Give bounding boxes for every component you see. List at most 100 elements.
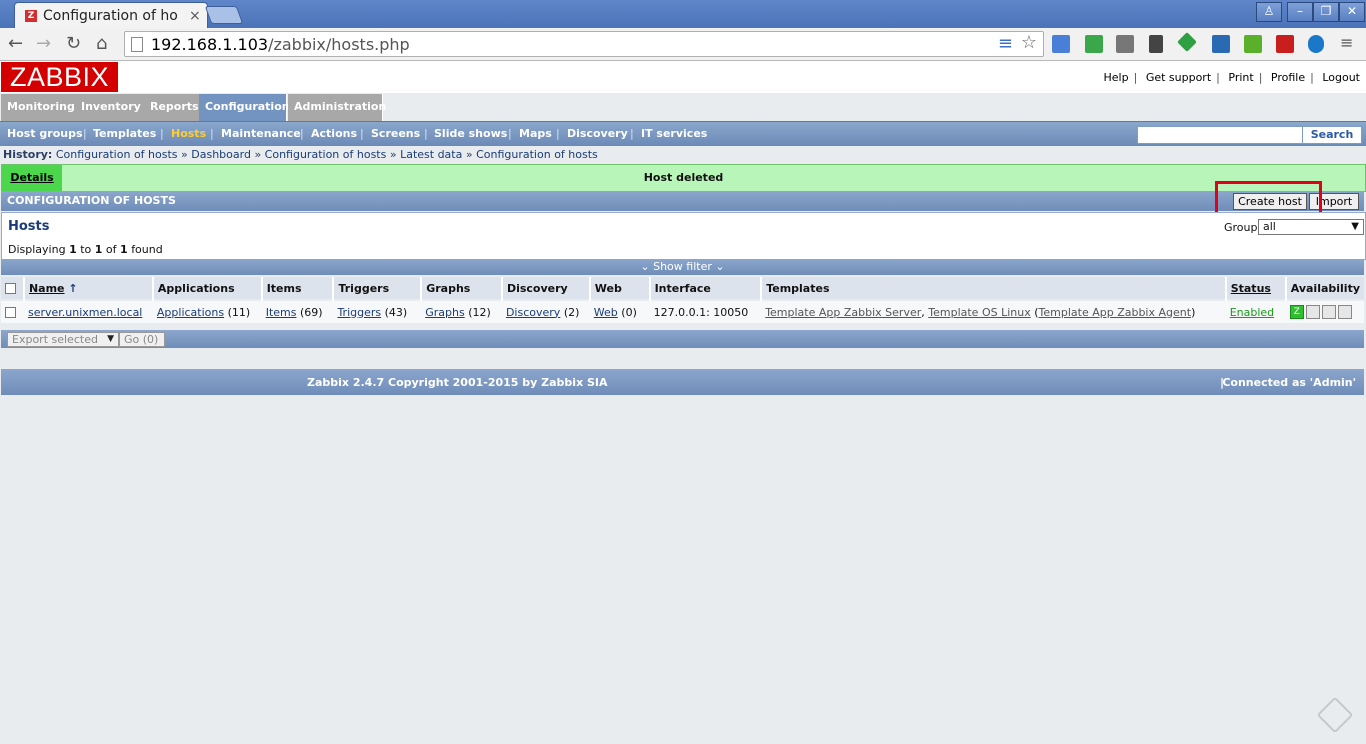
footer-connected-as: Connected as 'Admin' xyxy=(1222,376,1356,389)
zabbix-header: ZABBIX Help | Get support | Print | Profile… xyxy=(0,61,1366,93)
reload-icon[interactable]: ↻ xyxy=(66,33,81,54)
home-icon[interactable]: ⌂ xyxy=(96,33,107,54)
bookmark-star-icon[interactable]: ☆ xyxy=(1021,32,1037,53)
status-enabled-link[interactable]: Enabled xyxy=(1230,306,1274,319)
browser-tab[interactable]: Z Configuration of ho × xyxy=(14,2,208,29)
graphs-link[interactable]: Graphs xyxy=(425,306,464,319)
column-name[interactable]: Name xyxy=(29,282,65,295)
zabbix-logo[interactable]: ZABBIX xyxy=(1,62,118,92)
back-arrow-icon[interactable]: ← xyxy=(8,33,23,54)
sub-menu: Host groups | Templates | Hosts | Mainte… xyxy=(0,121,1366,146)
table-header-row: Name ↑ Applications Items Triggers Graph… xyxy=(1,277,1364,300)
drive-extension-icon[interactable] xyxy=(1085,35,1103,53)
print-link[interactable]: Print xyxy=(1228,71,1253,84)
history-label: History: xyxy=(3,148,53,161)
snmp-availability-icon xyxy=(1305,305,1320,319)
zabbix-availability-icon: Z xyxy=(1289,305,1304,319)
tab-close-icon[interactable]: × xyxy=(189,8,201,24)
column-status[interactable]: Status xyxy=(1231,282,1271,295)
keyboard-extension-icon[interactable] xyxy=(1116,35,1134,53)
page-footer: Zabbix 2.4.7 Copyright 2001-2015 by Zabb… xyxy=(1,369,1364,395)
column-web: Web xyxy=(588,277,650,300)
menu-reports[interactable]: Reports xyxy=(144,94,204,121)
history-link[interactable]: Dashboard xyxy=(191,148,251,161)
group-label: Group xyxy=(1224,221,1258,234)
dropdown-arrow-icon: ▼ xyxy=(107,334,114,344)
submenu-actions[interactable]: Actions xyxy=(311,127,357,140)
export-selected-select[interactable]: Export selected ▼ xyxy=(7,332,119,347)
select-all-checkbox[interactable] xyxy=(5,283,16,294)
submenu-maps[interactable]: Maps xyxy=(519,127,552,140)
address-bar[interactable]: 192.168.1.103 /zabbix/hosts.php ≡ ☆ xyxy=(124,31,1044,57)
flipboard-extension-icon[interactable] xyxy=(1276,35,1294,53)
browser-menu-icon[interactable]: ≡ xyxy=(1340,33,1353,52)
submenu-slide-shows[interactable]: Slide shows xyxy=(434,127,507,140)
row-checkbox[interactable] xyxy=(5,307,16,318)
logout-link[interactable]: Logout xyxy=(1322,71,1360,84)
table-row: server.unixmen.local Applications (11) I… xyxy=(1,299,1364,323)
reader-icon[interactable]: ≡ xyxy=(998,33,1013,54)
bulk-action-bar: Export selected ▼ Go (0) xyxy=(1,330,1364,348)
hosts-table: Name ↑ Applications Items Triggers Graph… xyxy=(1,277,1364,323)
section-title: CONFIGURATION OF HOSTS xyxy=(7,194,176,207)
hosts-title: Hosts xyxy=(8,219,50,234)
new-tab-button[interactable] xyxy=(204,6,244,24)
minimize-icon[interactable]: – xyxy=(1287,2,1313,22)
show-filter-toggle[interactable]: ⌄ Show filter ⌄ xyxy=(1,259,1364,275)
menu-monitoring[interactable]: Monitoring xyxy=(1,94,76,121)
go-button[interactable]: Go (0) xyxy=(119,332,165,347)
column-discovery: Discovery xyxy=(500,277,590,300)
history-breadcrumb: History: Configuration of hosts » Dashbo… xyxy=(3,148,598,161)
browser-tabstrip: Z Configuration of ho × ♙ – ❐ ✕ xyxy=(0,0,1366,29)
host-name-link[interactable]: server.unixmen.local xyxy=(28,306,142,319)
submenu-host-groups[interactable]: Host groups xyxy=(7,127,83,140)
tab-title: Configuration of ho xyxy=(43,8,178,24)
help-link[interactable]: Help xyxy=(1104,71,1129,84)
hosts-header-box: Hosts Displaying 1 to 1 of 1 found Group… xyxy=(1,212,1366,260)
menu-administration[interactable]: Administration xyxy=(288,94,386,121)
zabbix-favicon-icon: Z xyxy=(25,10,37,22)
user-profile-icon[interactable]: ♙ xyxy=(1256,2,1282,22)
template-link[interactable]: Template App Zabbix Agent xyxy=(1039,306,1192,319)
submenu-hosts[interactable]: Hosts xyxy=(171,127,206,140)
footer-copyright: Zabbix 2.4.7 Copyright 2001-2015 by Zabb… xyxy=(307,376,608,389)
column-triggers: Triggers xyxy=(332,277,422,300)
y-extension-icon[interactable] xyxy=(1308,35,1324,53)
menu-configuration[interactable]: Configuration xyxy=(199,94,290,121)
applications-link[interactable]: Applications xyxy=(157,306,224,319)
submenu-screens[interactable]: Screens xyxy=(371,127,420,140)
download-extension-icon[interactable] xyxy=(1244,35,1262,53)
translate-extension-icon[interactable] xyxy=(1052,35,1070,53)
get-support-link[interactable]: Get support xyxy=(1146,71,1211,84)
s-extension-icon[interactable] xyxy=(1212,35,1230,53)
search-input[interactable] xyxy=(1137,126,1307,144)
submenu-maintenance[interactable]: Maintenance xyxy=(221,127,301,140)
discovery-link[interactable]: Discovery xyxy=(506,306,560,319)
history-link[interactable]: Configuration of hosts xyxy=(56,148,178,161)
items-link[interactable]: Items xyxy=(266,306,297,319)
corner-logo-icon xyxy=(1316,696,1354,734)
page-icon xyxy=(131,36,143,52)
template-link[interactable]: Template OS Linux xyxy=(928,306,1030,319)
forward-arrow-icon[interactable]: → xyxy=(36,33,51,54)
search-button[interactable]: Search xyxy=(1302,126,1362,144)
triggers-link[interactable]: Triggers xyxy=(337,306,381,319)
submenu-templates[interactable]: Templates xyxy=(93,127,156,140)
close-window-icon[interactable]: ✕ xyxy=(1339,2,1365,22)
history-link[interactable]: Configuration of hosts xyxy=(476,148,598,161)
history-link[interactable]: Latest data xyxy=(400,148,462,161)
submenu-it-services[interactable]: IT services xyxy=(641,127,707,140)
template-link[interactable]: Template App Zabbix Server xyxy=(765,306,921,319)
group-select[interactable]: all ▼ xyxy=(1258,219,1364,235)
column-interface: Interface xyxy=(648,277,762,300)
web-link[interactable]: Web xyxy=(594,306,618,319)
submenu-discovery[interactable]: Discovery xyxy=(567,127,628,140)
restore-icon[interactable]: ❐ xyxy=(1313,2,1339,22)
menu-inventory[interactable]: Inventory xyxy=(75,94,145,121)
profile-link[interactable]: Profile xyxy=(1271,71,1305,84)
details-button[interactable]: Details xyxy=(2,165,62,191)
feedly-extension-icon[interactable] xyxy=(1177,32,1197,52)
message-bar: Host deleted Details xyxy=(1,164,1366,192)
tools-extension-icon[interactable] xyxy=(1149,35,1163,53)
history-link[interactable]: Configuration of hosts xyxy=(265,148,387,161)
